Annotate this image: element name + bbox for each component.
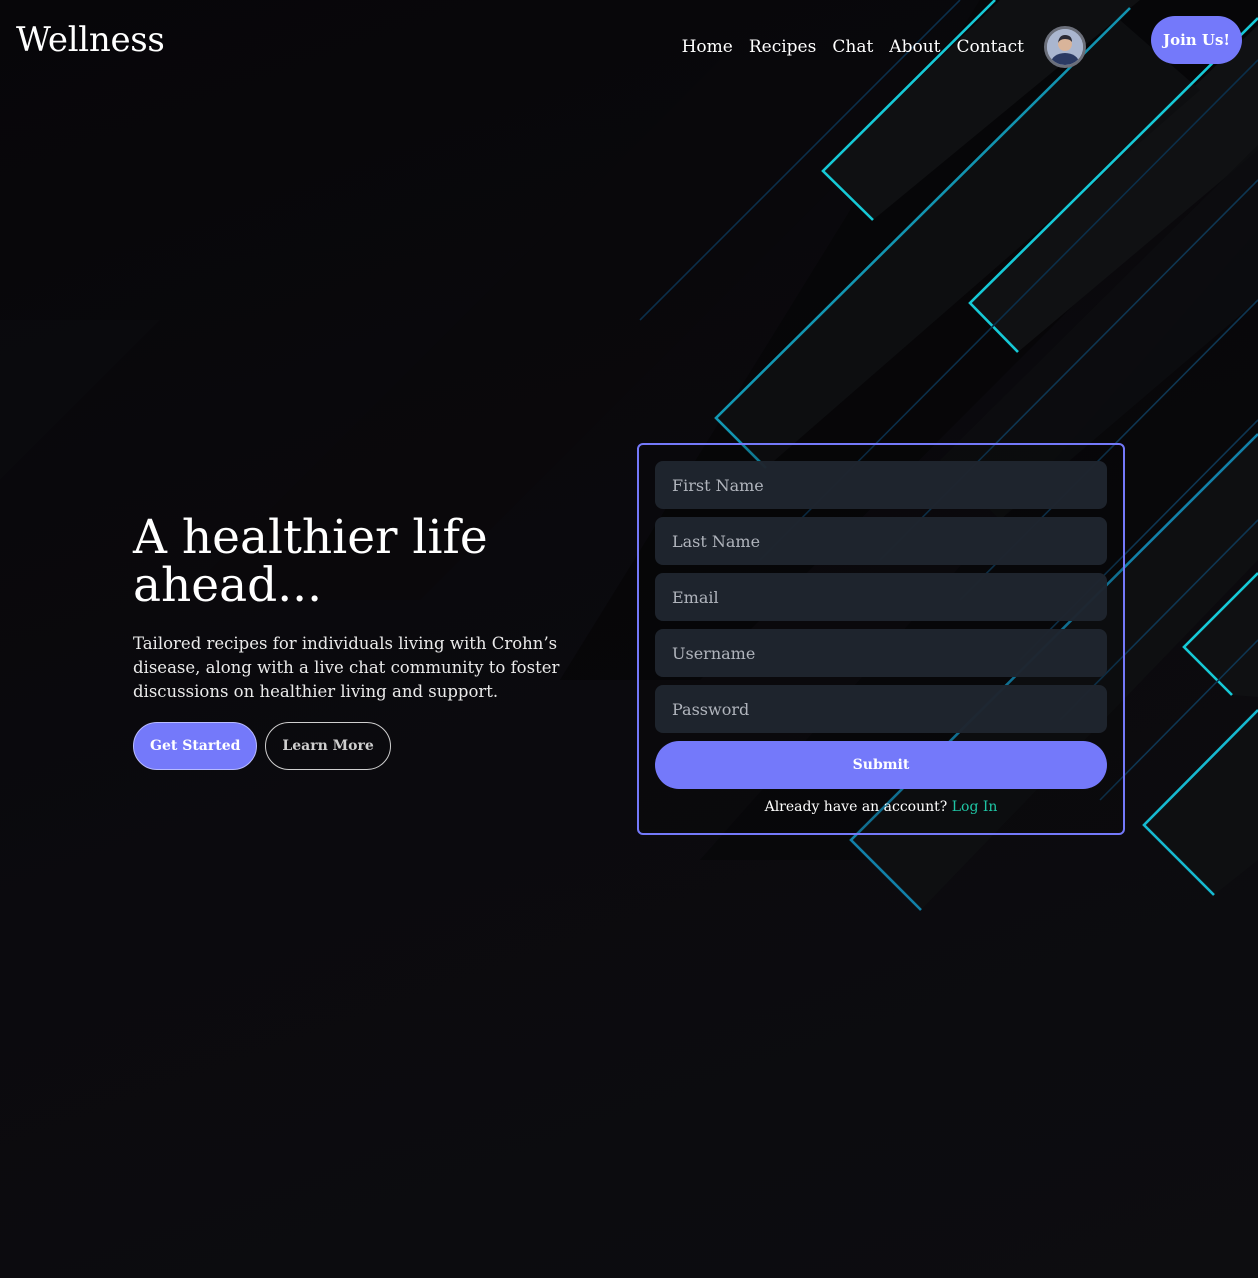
login-link[interactable]: Log In [952,799,998,815]
hero-subtitle: Tailored recipes for individuals living … [133,634,560,701]
join-us-button[interactable]: Join Us! [1151,16,1242,64]
navbar: Wellness Home Recipes Chat About Contact… [0,0,1258,80]
first-name-input[interactable] [655,461,1107,509]
hero-section: A healthier life ahead... Tailored recip… [133,514,613,770]
submit-button[interactable]: Submit [655,741,1107,789]
nav-chat-link[interactable]: Chat [832,33,873,61]
login-prompt-line: Already have an account? Log In [655,797,1107,817]
brand-logo[interactable]: Wellness [16,18,165,62]
avatar-person-icon [1047,29,1083,65]
learn-more-button[interactable]: Learn More [265,722,391,770]
get-started-button[interactable]: Get Started [133,722,258,770]
hero-actions: Get Started Learn More [133,722,613,770]
password-input[interactable] [655,685,1107,733]
nav-home-link[interactable]: Home [682,33,733,61]
login-prompt-text: Already have an account? [764,799,948,815]
email-input[interactable] [655,573,1107,621]
nav-recipes-link[interactable]: Recipes [749,33,817,61]
hero-title: A healthier life ahead... [133,510,488,613]
nav-about-link[interactable]: About [889,33,940,61]
username-input[interactable] [655,629,1107,677]
last-name-input[interactable] [655,517,1107,565]
nav-links: Home Recipes Chat About Contact [682,26,1086,68]
nav-contact-link[interactable]: Contact [956,33,1024,61]
user-avatar[interactable] [1044,26,1086,68]
signup-form: Submit Already have an account? Log In [637,443,1125,835]
